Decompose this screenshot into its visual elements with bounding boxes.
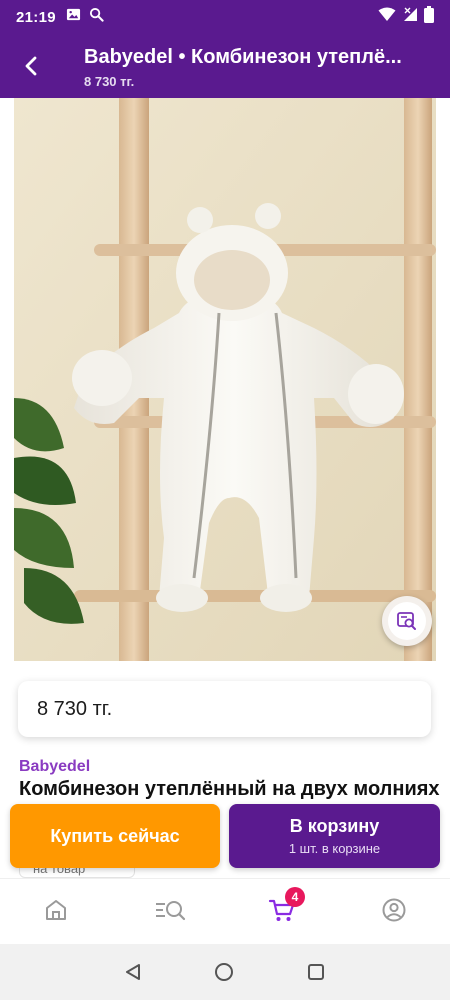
triangle-back-icon [126, 964, 140, 980]
image-search-icon [397, 612, 416, 630]
system-back-button[interactable] [122, 961, 144, 983]
back-arrow-icon [25, 56, 37, 76]
search-icon [89, 7, 104, 27]
product-photo[interactable] [14, 98, 436, 661]
status-time: 21:19 [16, 8, 56, 26]
visual-search-button[interactable] [382, 596, 432, 646]
image-icon [66, 7, 81, 27]
add-to-cart-label: В корзину [289, 816, 380, 836]
profile-icon [382, 898, 406, 922]
nav-profile[interactable] [379, 895, 409, 925]
home-icon [46, 900, 66, 920]
brand-link[interactable]: Babyedel [19, 758, 90, 776]
product-screen: 21:19 Babyedel • Комбинезон утеплё... 8 … [0, 0, 450, 1000]
cart-count-badge: 4 [285, 887, 305, 907]
system-home-button[interactable] [213, 961, 235, 983]
back-button[interactable] [12, 46, 52, 86]
system-recents-button[interactable] [305, 961, 327, 983]
nav-cart[interactable]: 4 [267, 887, 305, 925]
bottom-navigation: 4 [0, 878, 450, 944]
product-price: 8 730 тг. [37, 697, 113, 720]
price-card: 8 730 тг. [18, 681, 431, 737]
cart-quantity-status: 1 шт. в корзине [288, 841, 381, 856]
app-bar: Babyedel • Комбинезон утеплё... 8 730 тг… [0, 34, 450, 98]
catalog-search-icon [156, 901, 186, 921]
nav-home[interactable] [41, 895, 71, 925]
nav-catalog[interactable] [153, 895, 187, 925]
page-subtitle-price: 8 730 тг. [84, 74, 135, 89]
buy-now-button[interactable]: Купить сейчас [10, 804, 220, 868]
circle-home-icon [215, 963, 233, 981]
wifi-icon [378, 7, 396, 27]
square-recents-icon [308, 964, 324, 980]
product-title: Комбинезон утеплённый на двух молниях [19, 778, 440, 800]
battery-icon [424, 6, 434, 28]
status-bar: 21:19 [0, 0, 450, 34]
buy-now-label: Купить сейчас [50, 825, 180, 846]
system-navigation-bar [0, 944, 450, 1000]
page-title: Babyedel • Комбинезон утеплё... [84, 46, 402, 68]
add-to-cart-button[interactable]: В корзину 1 шт. в корзине [229, 804, 440, 868]
signal-icon [402, 7, 418, 27]
